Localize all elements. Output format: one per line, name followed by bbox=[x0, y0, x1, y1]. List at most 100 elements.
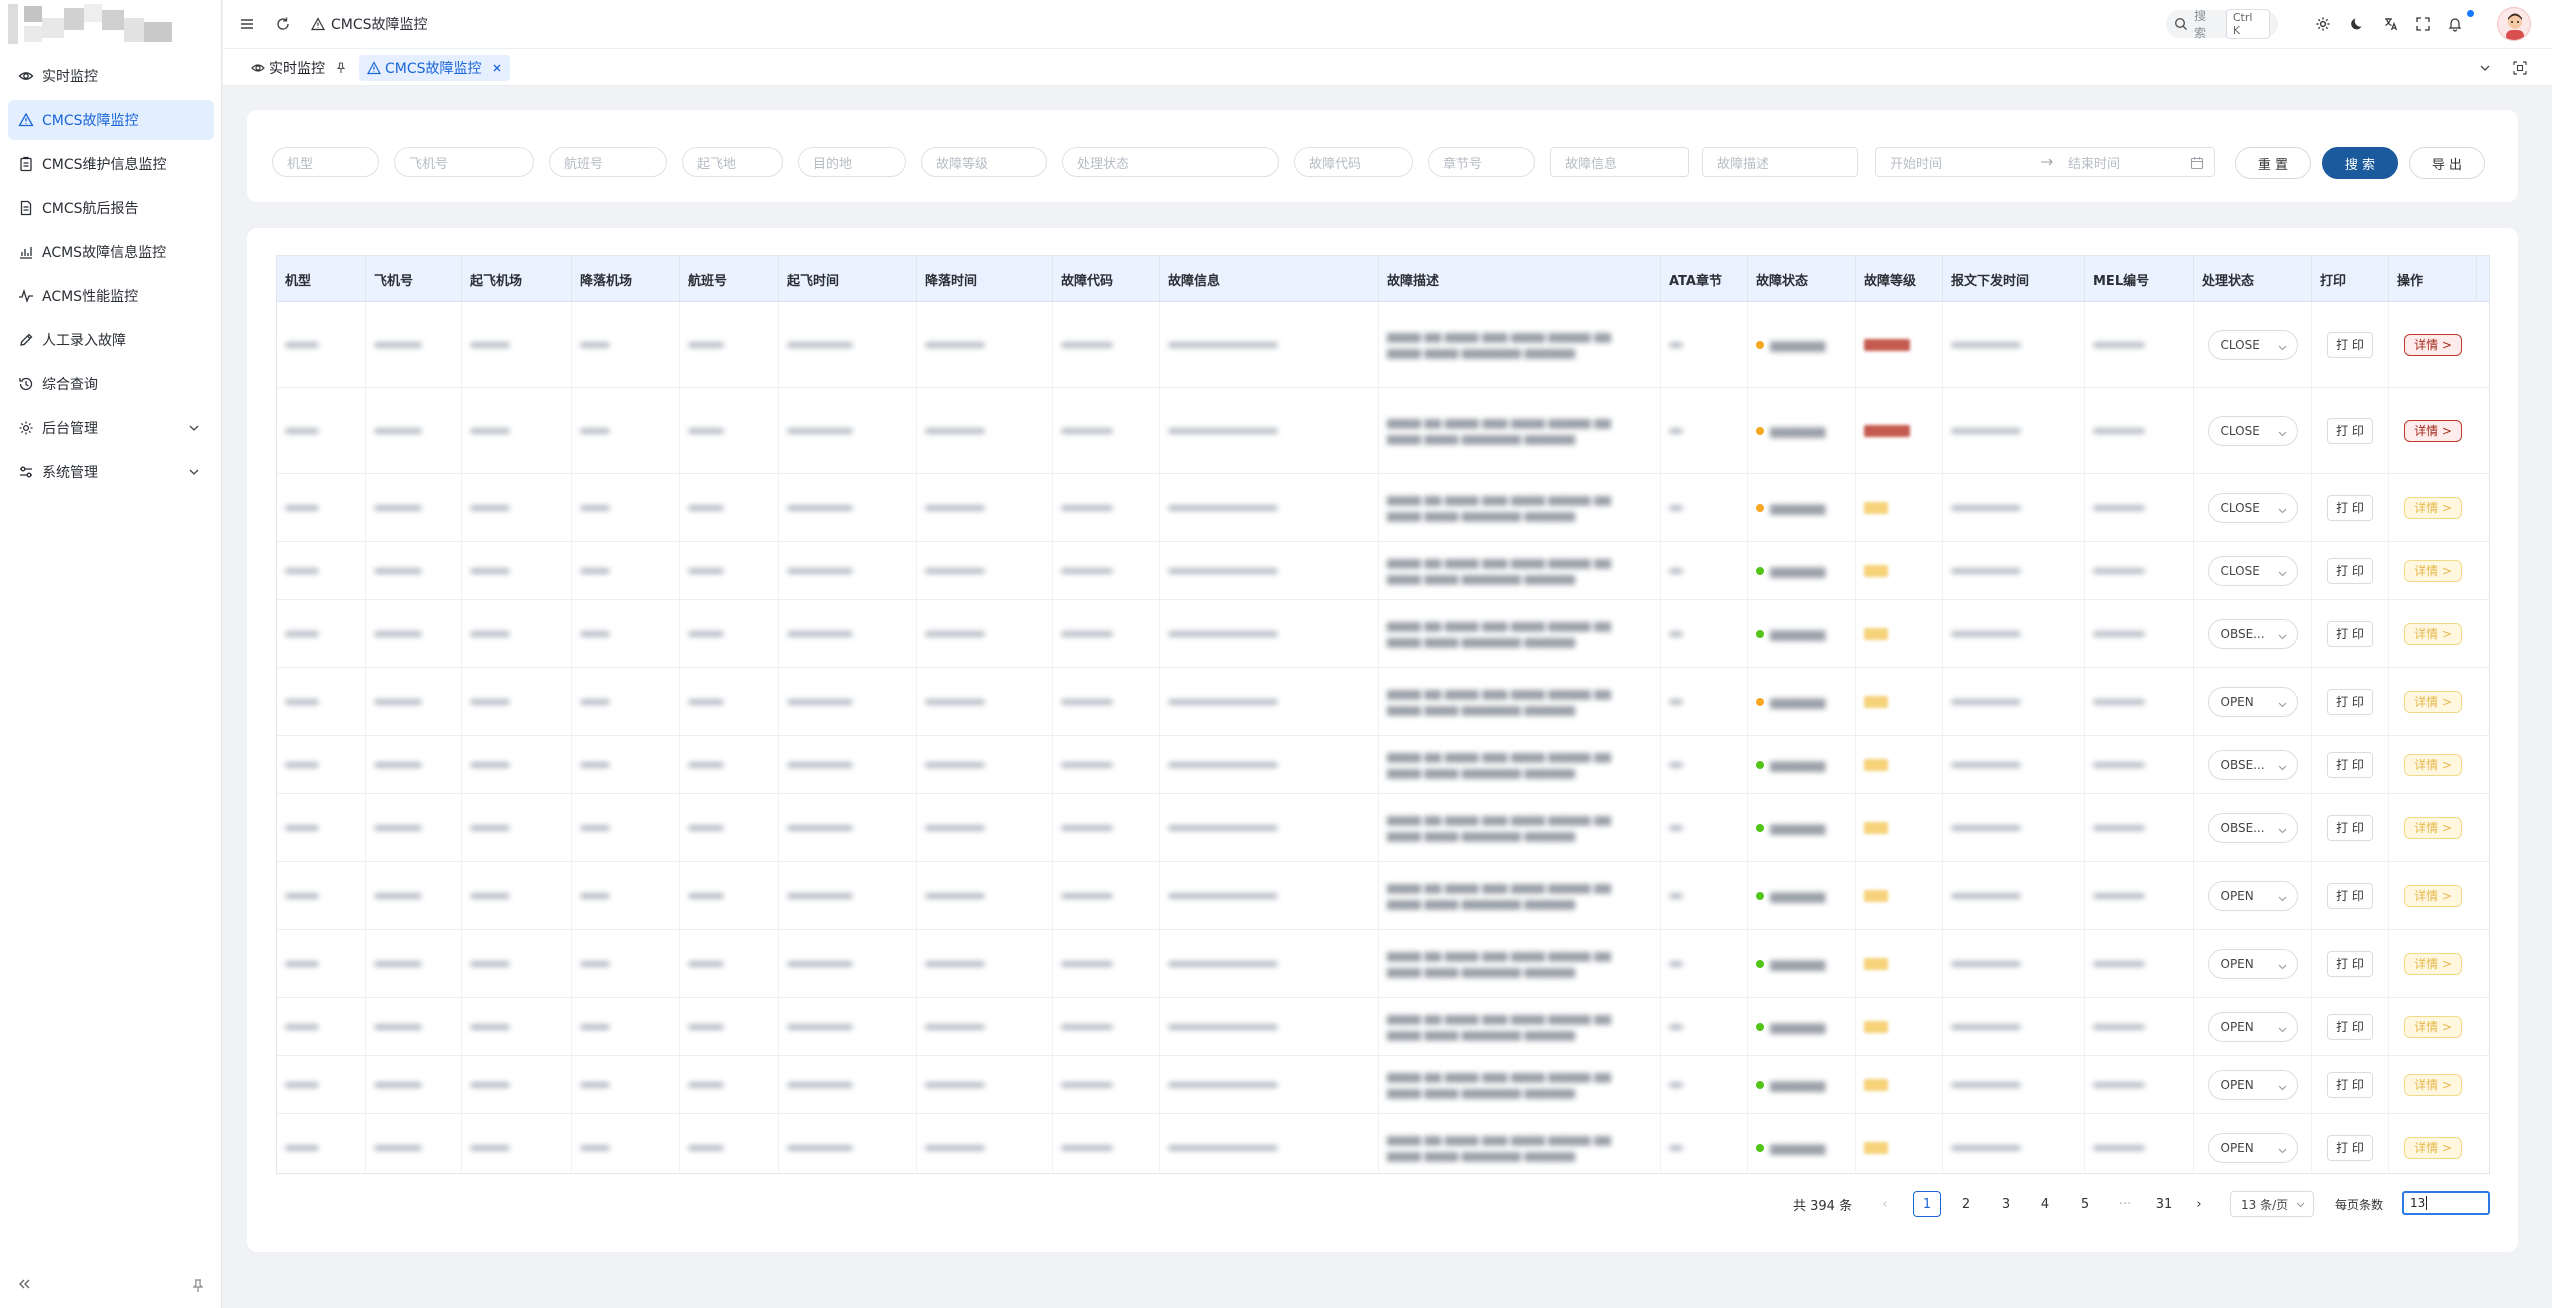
close-icon[interactable] bbox=[492, 63, 502, 73]
pin-icon[interactable] bbox=[335, 62, 347, 74]
user-avatar[interactable] bbox=[2497, 7, 2531, 41]
end-time[interactable]: 结束时间 bbox=[2068, 153, 2208, 172]
detail-button[interactable]: 详情 > bbox=[2404, 1136, 2462, 1159]
sidebar-item-acms-performance[interactable]: ACMS性能监控 bbox=[8, 276, 214, 316]
sidebar-item-manual-entry[interactable]: 人工录入故障 bbox=[8, 320, 214, 360]
fault-code-input[interactable]: 故障代码 bbox=[1294, 147, 1413, 177]
print-button[interactable]: 打 印 bbox=[2327, 688, 2373, 715]
sidebar-item-cmcs-fault[interactable]: CMCS故障监控 bbox=[8, 100, 214, 140]
page-number[interactable]: 4 bbox=[2031, 1191, 2059, 1217]
page-size-input[interactable]: 13 bbox=[2402, 1191, 2490, 1215]
print-button[interactable]: 打 印 bbox=[2327, 417, 2373, 444]
print-button[interactable]: 打 印 bbox=[2327, 1134, 2373, 1161]
handling-status-select[interactable]: CLOSE bbox=[2207, 329, 2298, 360]
handling-status-select[interactable]: OBSE... bbox=[2207, 749, 2298, 780]
translate-icon[interactable] bbox=[2381, 14, 2401, 34]
redacted-text bbox=[787, 1081, 853, 1088]
detail-button[interactable]: 详情 > bbox=[2404, 884, 2462, 907]
fault-level-badge bbox=[1864, 1078, 1888, 1091]
handling-status-select[interactable]: CLOSE bbox=[2207, 415, 2298, 446]
page-number[interactable]: 3 bbox=[1992, 1191, 2020, 1217]
detail-button[interactable]: 详情 > bbox=[2404, 1073, 2462, 1096]
tab-realtime[interactable]: 实时监控 bbox=[243, 55, 355, 81]
fault-level-badge bbox=[1864, 758, 1888, 771]
next-page-icon[interactable]: › bbox=[2185, 1191, 2213, 1217]
redacted-text bbox=[2093, 824, 2145, 831]
tab-cmcs-fault[interactable]: CMCS故障监控 bbox=[359, 55, 510, 81]
page-number[interactable]: 31 bbox=[2150, 1191, 2178, 1217]
print-button[interactable]: 打 印 bbox=[2327, 494, 2373, 521]
print-button[interactable]: 打 印 bbox=[2327, 751, 2373, 778]
handling-status-select[interactable]: OBSE... bbox=[2207, 618, 2298, 649]
print-button[interactable]: 打 印 bbox=[2327, 950, 2373, 977]
detail-button[interactable]: 详情 > bbox=[2404, 952, 2462, 975]
print-button[interactable]: 打 印 bbox=[2327, 331, 2373, 358]
handling-status-select[interactable]: OPEN bbox=[2207, 948, 2298, 979]
start-time[interactable]: 开始时间 bbox=[1890, 153, 2040, 172]
fault-desc-input[interactable]: 故障描述 bbox=[1702, 147, 1858, 177]
global-search[interactable]: 搜索 Ctrl K bbox=[2166, 9, 2278, 40]
handling-status-select[interactable]: OBSE... bbox=[2207, 812, 2298, 843]
handling-status-select[interactable]: CLOSE bbox=[2207, 492, 2298, 523]
date-range-picker[interactable]: 开始时间 结束时间 bbox=[1875, 147, 2215, 177]
sidebar-item-cmcs-maintenance[interactable]: CMCS维护信息监控 bbox=[8, 144, 214, 184]
screenshot-scan-icon[interactable] bbox=[2513, 61, 2527, 75]
sidebar-item-query[interactable]: 综合查询 bbox=[8, 364, 214, 404]
fault-info-input[interactable]: 故障信息 bbox=[1550, 147, 1689, 177]
print-button[interactable]: 打 印 bbox=[2327, 882, 2373, 909]
fullscreen-icon[interactable] bbox=[2413, 14, 2433, 34]
refresh-icon[interactable] bbox=[273, 14, 293, 34]
detail-button[interactable]: 详情 > bbox=[2404, 816, 2462, 839]
print-button[interactable]: 打 印 bbox=[2327, 557, 2373, 584]
pagination-ellipsis[interactable]: ··· bbox=[2111, 1191, 2139, 1217]
print-button[interactable]: 打 印 bbox=[2327, 1071, 2373, 1098]
sidebar-item-backend[interactable]: 后台管理 bbox=[8, 408, 214, 448]
print-button[interactable]: 打 印 bbox=[2327, 814, 2373, 841]
detail-button[interactable]: 详情 > bbox=[2404, 559, 2462, 582]
sidebar-item-system[interactable]: 系统管理 bbox=[8, 452, 214, 492]
print-button[interactable]: 打 印 bbox=[2327, 620, 2373, 647]
handling-status-select[interactable]: OPEN bbox=[2207, 880, 2298, 911]
detail-button[interactable]: 详情 > bbox=[2404, 753, 2462, 776]
prev-page-icon[interactable]: ‹ bbox=[1871, 1191, 1899, 1217]
detail-button[interactable]: 详情 > bbox=[2404, 622, 2462, 645]
tail-number-input[interactable]: 飞机号 bbox=[394, 147, 534, 177]
reset-button[interactable]: 重 置 bbox=[2235, 147, 2311, 179]
chapter-input[interactable]: 章节号 bbox=[1428, 147, 1535, 177]
handling-status-select[interactable]: OPEN bbox=[2207, 1069, 2298, 1100]
page-number[interactable]: 1 bbox=[1913, 1191, 1941, 1217]
sidebar-item-acms-fault[interactable]: ACMS故障信息监控 bbox=[8, 232, 214, 272]
sidebar-item-realtime[interactable]: 实时监控 bbox=[8, 56, 214, 96]
destination-select[interactable]: 目的地 bbox=[798, 147, 906, 177]
collapse-sidebar-icon[interactable] bbox=[14, 1274, 34, 1294]
menu-toggle-icon[interactable] bbox=[237, 14, 257, 34]
page-size-select[interactable]: 13 条/页 bbox=[2230, 1191, 2314, 1217]
sidebar-item-cmcs-report[interactable]: CMCS航后报告 bbox=[8, 188, 214, 228]
redacted-text bbox=[374, 824, 422, 831]
search-button[interactable]: 搜 索 bbox=[2322, 147, 2398, 179]
handling-status-select[interactable]: OPEN bbox=[2207, 686, 2298, 717]
detail-button[interactable]: 详情 > bbox=[2404, 419, 2462, 442]
handling-status-select[interactable]: 处理状态 bbox=[1062, 147, 1279, 177]
departure-select[interactable]: 起飞地 bbox=[682, 147, 783, 177]
detail-button[interactable]: 详情 > bbox=[2404, 1015, 2462, 1038]
detail-button[interactable]: 详情 > bbox=[2404, 333, 2462, 356]
settings-gear-icon[interactable] bbox=[2313, 14, 2333, 34]
handling-status-select[interactable]: OPEN bbox=[2207, 1011, 2298, 1042]
notification-bell-icon[interactable] bbox=[2445, 14, 2465, 34]
pin-sidebar-icon[interactable] bbox=[190, 1278, 206, 1294]
detail-button[interactable]: 详情 > bbox=[2404, 690, 2462, 713]
chevron-down-icon[interactable] bbox=[2478, 61, 2492, 75]
redacted-text bbox=[688, 960, 724, 967]
print-button[interactable]: 打 印 bbox=[2327, 1013, 2373, 1040]
fault-level-select[interactable]: 故障等级 bbox=[921, 147, 1047, 177]
handling-status-select[interactable]: CLOSE bbox=[2207, 555, 2298, 586]
dark-mode-moon-icon[interactable] bbox=[2348, 14, 2368, 34]
handling-status-select[interactable]: OPEN bbox=[2207, 1132, 2298, 1163]
detail-button[interactable]: 详情 > bbox=[2404, 496, 2462, 519]
aircraft-type-select[interactable]: 机型 bbox=[272, 147, 379, 177]
export-button[interactable]: 导 出 bbox=[2409, 147, 2485, 179]
page-number[interactable]: 2 bbox=[1952, 1191, 1980, 1217]
page-number[interactable]: 5 bbox=[2071, 1191, 2099, 1217]
flight-number-input[interactable]: 航班号 bbox=[549, 147, 667, 177]
